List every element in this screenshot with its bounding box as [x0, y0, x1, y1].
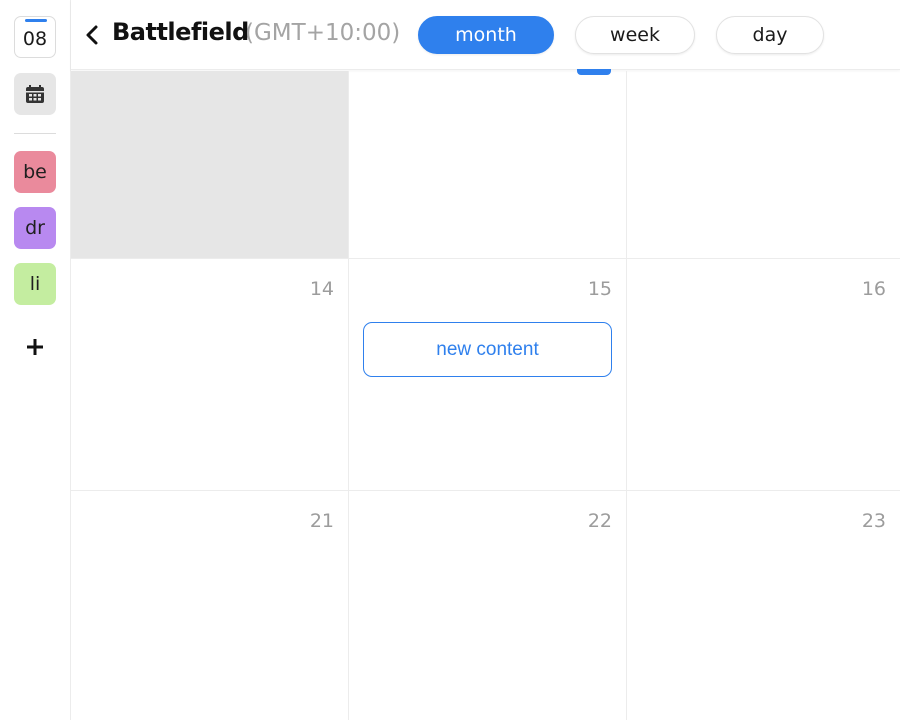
timezone-label: (GMT+10:00): [245, 20, 401, 46]
day-cell-23[interactable]: 23: [627, 491, 900, 720]
calendar-tag-be[interactable]: be: [14, 151, 56, 193]
day-number: 15: [587, 278, 612, 300]
day-number: 21: [309, 510, 334, 532]
event-chip-partial[interactable]: [577, 69, 611, 75]
calendar-view-button[interactable]: [14, 73, 56, 115]
today-date-number: 08: [22, 28, 48, 50]
view-month-button[interactable]: month: [418, 16, 554, 54]
chevron-left-icon: [86, 25, 98, 45]
day-cell-14[interactable]: 14: [71, 259, 349, 491]
day-cell[interactable]: [349, 69, 627, 259]
day-number: 16: [861, 278, 886, 300]
calendar-tag-li[interactable]: li: [14, 263, 56, 305]
back-button[interactable]: [81, 22, 103, 48]
event-chip[interactable]: new content: [363, 322, 612, 377]
plus-icon: [27, 339, 43, 355]
header: Battlefield (GMT+10:00) month week day: [71, 0, 900, 70]
view-week-button[interactable]: week: [575, 16, 695, 54]
today-date-chip[interactable]: 08: [14, 16, 56, 58]
day-number: 22: [587, 510, 612, 532]
calendar-tag-dr[interactable]: dr: [14, 207, 56, 249]
day-cell-21[interactable]: 21: [71, 491, 349, 720]
calendar-icon: [26, 85, 44, 103]
page-title: Battlefield: [112, 18, 249, 46]
add-calendar-button[interactable]: [20, 332, 50, 362]
day-cell-15[interactable]: 15 new content: [349, 259, 627, 491]
calendar-tag-label: li: [29, 273, 41, 295]
sidebar: 08 be dr li: [0, 0, 71, 720]
day-number: 23: [861, 510, 886, 532]
view-day-button[interactable]: day: [716, 16, 824, 54]
day-cell-16[interactable]: 16: [627, 259, 900, 491]
calendar-tag-label: dr: [25, 217, 45, 239]
day-cell-22[interactable]: 22: [349, 491, 627, 720]
sidebar-divider: [14, 133, 56, 134]
day-cell-outside-month[interactable]: [71, 71, 349, 259]
day-number: 14: [309, 278, 334, 300]
calendar-tag-label: be: [23, 161, 47, 183]
month-grid: 14 15 new content 16 21 22 23: [71, 69, 900, 720]
date-chip-accent: [25, 19, 47, 22]
day-cell[interactable]: [627, 71, 900, 259]
